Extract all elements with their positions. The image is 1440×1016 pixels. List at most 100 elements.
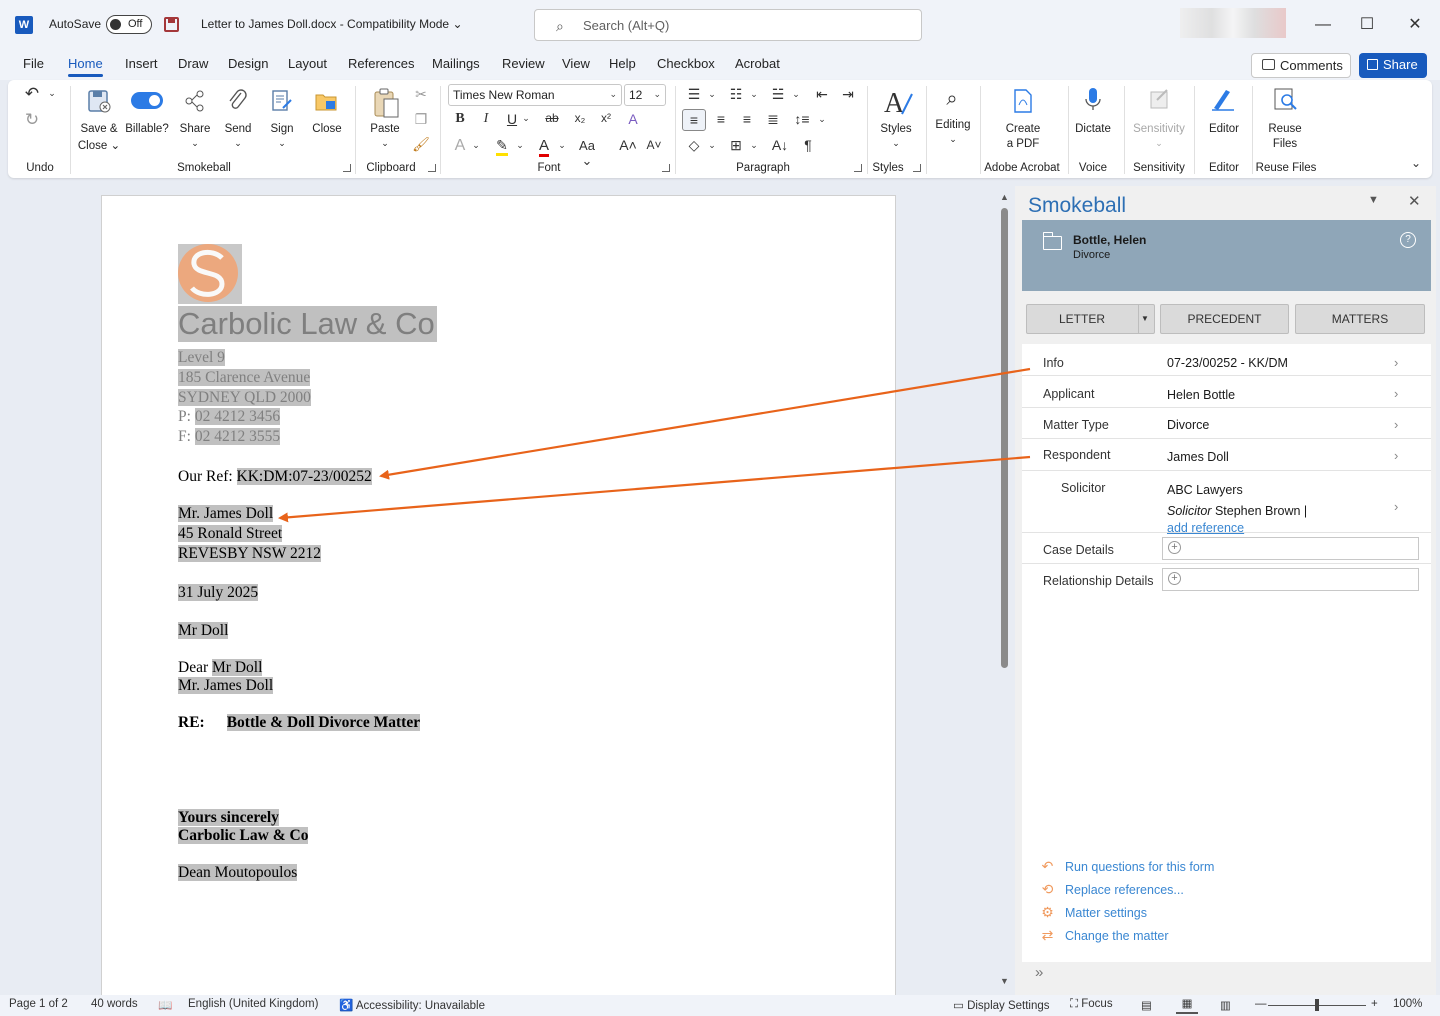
subscript-icon[interactable]: x₂ — [570, 111, 590, 125]
collapse-ribbon-icon[interactable]: ⌄ — [1406, 156, 1426, 170]
numbering-dropdown-icon[interactable]: ⌄ — [744, 89, 764, 100]
highlight-icon[interactable]: ✎ — [492, 137, 512, 156]
align-right-icon[interactable]: ≡ — [737, 111, 757, 127]
proofing-icon[interactable]: 📖 — [158, 998, 172, 1012]
letter-dropdown-icon[interactable]: ▼ — [1141, 305, 1149, 333]
numbering-icon[interactable]: ☷ — [726, 86, 746, 103]
tab-insert[interactable]: Insert — [125, 56, 158, 71]
display-settings[interactable]: ▭ Display Settings — [953, 998, 1050, 1012]
share-button[interactable]: Share — [1359, 53, 1427, 78]
zoom-out-icon[interactable]: — — [1255, 998, 1267, 1010]
tab-references[interactable]: References — [348, 56, 414, 71]
shading-icon[interactable]: ◇ — [684, 137, 704, 154]
font-family-select[interactable]: Times New Roman ⌄ — [448, 84, 622, 106]
close-window-icon[interactable]: ✕ — [1403, 13, 1427, 37]
search-input[interactable]: ⌕ Search (Alt+Q) — [534, 9, 922, 41]
justify-icon[interactable]: ≣ — [763, 111, 783, 128]
help-icon[interactable]: ? — [1400, 232, 1416, 248]
zoom-in-icon[interactable]: + — [1371, 998, 1378, 1010]
smokeball-launcher-icon[interactable] — [343, 164, 351, 172]
undo-dropdown-icon[interactable]: ⌄ — [42, 88, 62, 99]
relationship-details-field[interactable]: + — [1162, 568, 1419, 591]
matter-card[interactable]: Bottle, Helen Divorce ? — [1022, 220, 1431, 291]
page-count[interactable]: Page 1 of 2 — [9, 998, 68, 1010]
tab-draw[interactable]: Draw — [178, 56, 208, 71]
detail-row-info[interactable]: Info 07-23/00252 - KK/DM › — [1022, 344, 1431, 376]
multilevel-list-icon[interactable]: ☱ — [768, 86, 788, 103]
replace-references-link[interactable]: Replace references... — [1065, 883, 1184, 897]
show-marks-icon[interactable]: ¶ — [798, 137, 818, 153]
account-avatar[interactable] — [1180, 8, 1286, 38]
tab-mailings[interactable]: Mailings — [432, 56, 480, 71]
precedent-button[interactable]: PRECEDENT — [1160, 304, 1289, 334]
detail-row-solicitor[interactable]: Solicitor ABC Lawyers Solicitor Stephen … — [1022, 471, 1431, 535]
clipboard-launcher-icon[interactable] — [428, 164, 436, 172]
borders-dropdown-icon[interactable]: ⌄ — [744, 140, 764, 151]
borders-icon[interactable]: ⊞ — [726, 137, 746, 154]
underline-dropdown-icon[interactable]: ⌄ — [516, 113, 536, 124]
web-layout-icon[interactable]: ▥ — [1220, 998, 1231, 1012]
decrease-indent-icon[interactable]: ⇤ — [812, 86, 832, 103]
save-icon[interactable] — [164, 17, 179, 32]
print-layout-icon[interactable]: ▦ — [1176, 996, 1198, 1014]
comments-button[interactable]: Comments — [1251, 53, 1351, 78]
zoom-level[interactable]: 100% — [1393, 998, 1422, 1010]
maximize-icon[interactable]: ☐ — [1355, 13, 1379, 37]
line-spacing-icon[interactable]: ↕≡ — [792, 111, 812, 127]
vertical-scrollbar[interactable]: ▲ ▼ — [997, 190, 1013, 995]
sort-icon[interactable]: A↓ — [770, 137, 790, 153]
expand-pane-icon[interactable]: » — [1035, 964, 1043, 981]
redo-icon[interactable]: ↻ — [22, 110, 42, 130]
cut-icon[interactable]: ✂ — [411, 86, 431, 103]
case-details-field[interactable]: + — [1162, 537, 1419, 560]
scroll-up-icon[interactable]: ▲ — [1000, 192, 1009, 202]
line-spacing-dropdown-icon[interactable]: ⌄ — [812, 114, 832, 125]
language[interactable]: English (United Kingdom) — [188, 998, 318, 1010]
change-case-icon[interactable]: Aa ⌄ — [574, 138, 600, 169]
tab-review[interactable]: Review — [502, 56, 545, 71]
align-left-button[interactable]: ≡ — [682, 109, 706, 131]
shading-dropdown-icon[interactable]: ⌄ — [702, 140, 722, 151]
read-mode-icon[interactable]: ▤ — [1141, 998, 1152, 1012]
multilevel-dropdown-icon[interactable]: ⌄ — [786, 89, 806, 100]
text-effects-dropdown-icon[interactable]: ⌄ — [466, 140, 486, 151]
tab-home[interactable]: Home — [68, 56, 103, 77]
document-title[interactable]: Letter to James Doll.docx - Compatibilit… — [201, 17, 463, 31]
focus-mode[interactable]: ⛶ Focus — [1070, 998, 1113, 1011]
font-color-icon[interactable]: A — [534, 137, 554, 157]
word-count[interactable]: 40 words — [91, 998, 138, 1010]
tab-view[interactable]: View — [562, 56, 590, 71]
minimize-icon[interactable]: — — [1311, 13, 1335, 37]
detail-row-respondent[interactable]: Respondent James Doll › — [1022, 439, 1431, 471]
pane-close-icon[interactable]: ✕ — [1408, 192, 1421, 210]
scroll-down-icon[interactable]: ▼ — [1000, 976, 1009, 986]
scroll-thumb[interactable] — [1001, 208, 1008, 668]
accessibility-status[interactable]: ♿ Accessibility: Unavailable — [339, 998, 485, 1012]
run-questions-link[interactable]: Run questions for this form — [1065, 860, 1214, 874]
superscript-icon[interactable]: x² — [596, 111, 616, 125]
detail-row-matter-type[interactable]: Matter Type Divorce › — [1022, 408, 1431, 439]
bullets-dropdown-icon[interactable]: ⌄ — [702, 89, 722, 100]
styles-launcher-icon[interactable] — [913, 164, 921, 172]
tab-design[interactable]: Design — [228, 56, 268, 71]
clear-formatting-icon[interactable]: A — [623, 111, 643, 127]
pane-options-icon[interactable]: ▼ — [1368, 194, 1379, 206]
font-color-dropdown-icon[interactable]: ⌄ — [552, 140, 572, 151]
paragraph-launcher-icon[interactable] — [854, 164, 862, 172]
detail-row-applicant[interactable]: Applicant Helen Bottle › — [1022, 376, 1431, 408]
bold-icon[interactable]: B — [450, 111, 470, 127]
tab-help[interactable]: Help — [609, 56, 636, 71]
shrink-font-icon[interactable]: A˅ — [644, 138, 664, 152]
zoom-slider-thumb[interactable] — [1315, 999, 1319, 1011]
autosave-toggle[interactable]: Off — [106, 15, 152, 34]
increase-indent-icon[interactable]: ⇥ — [838, 86, 858, 103]
format-painter-icon[interactable]: 🖌 — [411, 136, 431, 153]
strikethrough-icon[interactable]: ab — [542, 111, 562, 125]
tab-file[interactable]: File — [23, 56, 44, 71]
letter-button[interactable]: LETTER ▼ — [1026, 304, 1155, 334]
align-center-icon[interactable]: ≡ — [711, 111, 731, 127]
matter-settings-link[interactable]: Matter settings — [1065, 906, 1147, 920]
matters-button[interactable]: MATTERS — [1295, 304, 1425, 334]
font-size-select[interactable]: 12 ⌄ — [624, 84, 666, 106]
italic-icon[interactable]: I — [476, 111, 496, 127]
